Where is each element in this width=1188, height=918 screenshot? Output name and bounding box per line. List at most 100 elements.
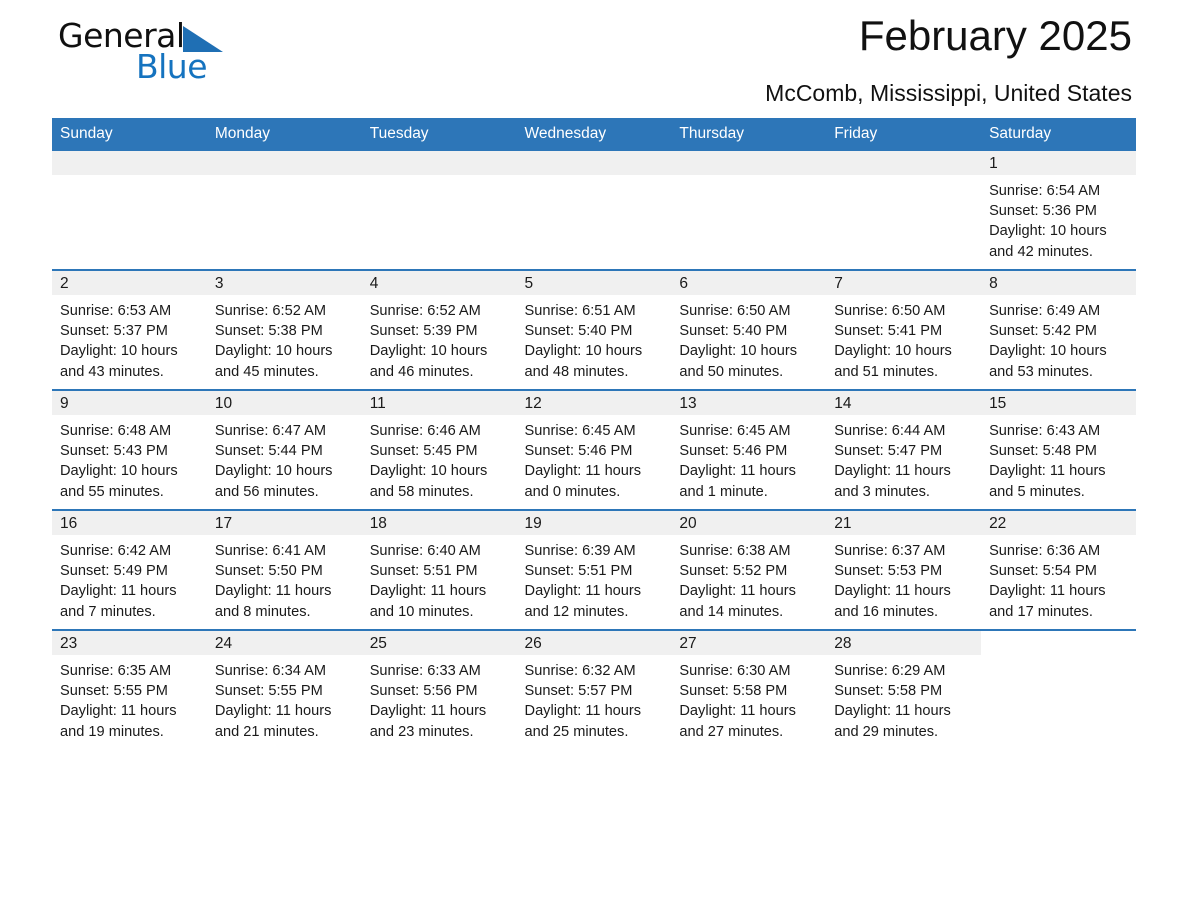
- calendar-day-cell: 1 Sunrise: 6:54 AM Sunset: 5:36 PM Daylight…: [981, 151, 1136, 270]
- day-number: 28: [834, 635, 852, 652]
- calendar-day-cell: 8 Sunrise: 6:49 AM Sunset: 5:42 PM Daylight…: [981, 269, 1136, 390]
- day-cell-inner: 18 Sunrise: 6:40 AM Sunset: 5:51 PM Dayligh…: [361, 511, 517, 629]
- day-cell-inner: [52, 151, 207, 269]
- daylight-text-line2: and 27 minutes.: [679, 723, 784, 740]
- title-block: February 2025 McComb, Mississippi, Unite…: [765, 8, 1132, 110]
- daylight-text-line2: and 48 minutes.: [524, 363, 629, 380]
- daylight-text-line1: Daylight: 10 hours: [524, 343, 643, 360]
- day-details: Sunrise: 6:53 AM Sunset: 5:37 PM Daylight:…: [52, 295, 207, 382]
- sunset-text: Sunset: 5:36 PM: [989, 203, 1097, 220]
- daylight-text-line2: and 51 minutes.: [834, 363, 939, 380]
- day-number-band: [361, 151, 517, 175]
- day-cell-inner: 4 Sunrise: 6:52 AM Sunset: 5:39 PM Daylight…: [361, 271, 517, 389]
- sunset-text: Sunset: 5:40 PM: [679, 323, 788, 340]
- sunset-text: Sunset: 5:54 PM: [989, 563, 1097, 580]
- daylight-text-line2: and 46 minutes.: [369, 363, 474, 380]
- day-cell-inner: 1 Sunrise: 6:54 AM Sunset: 5:36 PM Daylight…: [981, 151, 1136, 269]
- day-details: Sunrise: 6:36 AM Sunset: 5:54 PM Daylight:…: [981, 535, 1136, 622]
- day-cell-inner: 13 Sunrise: 6:45 AM Sunset: 5:46 PM Dayligh…: [671, 391, 827, 509]
- calendar-day-cell: 14 Sunrise: 6:44 AM Sunset: 5:47 PM Dayligh…: [826, 389, 982, 510]
- daylight-text-line1: Daylight: 10 hours: [834, 343, 952, 360]
- sunrise-text: Sunrise: 6:33 AM: [369, 663, 481, 679]
- day-number: 2: [60, 275, 69, 292]
- day-details: Sunrise: 6:50 AM Sunset: 5:41 PM Daylight:…: [826, 295, 981, 382]
- sunset-text: Sunset: 5:56 PM: [369, 683, 478, 700]
- daylight-text-line2: and 56 minutes.: [214, 483, 319, 500]
- day-number-band: 16: [52, 511, 207, 535]
- day-cell-inner: [206, 151, 362, 269]
- calendar-day-cell-empty: [361, 151, 517, 270]
- day-number: [671, 151, 826, 154]
- day-number: 14: [834, 395, 852, 412]
- sunset-text: Sunset: 5:47 PM: [834, 443, 943, 460]
- day-details: Sunrise: 6:33 AM Sunset: 5:56 PM Daylight:…: [362, 655, 517, 742]
- sunset-text: Sunset: 5:45 PM: [369, 443, 478, 460]
- calendar-day-cell: 6 Sunrise: 6:50 AM Sunset: 5:40 PM Daylight…: [671, 269, 827, 390]
- day-cell-inner: 28 Sunrise: 6:29 AM Sunset: 5:58 PM Dayligh…: [826, 631, 982, 749]
- day-details: Sunrise: 6:46 AM Sunset: 5:45 PM Daylight:…: [362, 415, 517, 502]
- day-cell-inner: [671, 151, 827, 269]
- calendar-week-row: 9 Sunrise: 6:48 AM Sunset: 5:43 PM Daylight…: [52, 389, 1136, 510]
- daylight-text-line1: Daylight: 11 hours: [834, 583, 951, 600]
- day-details: Sunrise: 6:32 AM Sunset: 5:57 PM Daylight:…: [517, 655, 672, 742]
- calendar-week-row: 2 Sunrise: 6:53 AM Sunset: 5:37 PM Daylight…: [52, 269, 1136, 390]
- calendar-day-cell: 16 Sunrise: 6:42 AM Sunset: 5:49 PM Dayligh…: [52, 509, 207, 630]
- calendar-day-cell-empty: [826, 151, 982, 270]
- day-number-band: 8: [981, 271, 1136, 295]
- sunrise-text: Sunrise: 6:38 AM: [679, 543, 791, 559]
- day-number-band: 6: [671, 271, 827, 295]
- daylight-text-line1: Daylight: 11 hours: [524, 583, 642, 600]
- day-number-band: 18: [361, 511, 517, 535]
- sunrise-text: Sunrise: 6:41 AM: [214, 543, 326, 559]
- page-header: General Blue February 2025 McComb, Missi…: [52, 0, 1136, 118]
- day-number-band: [671, 151, 827, 175]
- calendar-day-cell: 25 Sunrise: 6:33 AM Sunset: 5:56 PM Dayligh…: [361, 629, 517, 749]
- sunrise-text: Sunrise: 6:37 AM: [834, 543, 946, 559]
- day-cell-inner: 26 Sunrise: 6:32 AM Sunset: 5:57 PM Dayligh…: [516, 631, 672, 749]
- day-number: 10: [214, 395, 233, 412]
- day-details: Sunrise: 6:37 AM Sunset: 5:53 PM Daylight:…: [826, 535, 981, 622]
- day-cell-inner: 20 Sunrise: 6:38 AM Sunset: 5:52 PM Dayligh…: [671, 511, 827, 629]
- logo-blue-text: Blue: [136, 47, 208, 86]
- sunrise-text: Sunrise: 6:52 AM: [214, 303, 326, 319]
- daylight-text-line2: and 43 minutes.: [60, 363, 164, 380]
- calendar-day-cell: 20 Sunrise: 6:38 AM Sunset: 5:52 PM Dayligh…: [671, 509, 827, 630]
- calendar-day-cell: 19 Sunrise: 6:39 AM Sunset: 5:51 PM Dayligh…: [516, 509, 672, 630]
- logo-top-row: General: [58, 16, 358, 56]
- sunrise-text: Sunrise: 6:46 AM: [369, 423, 481, 439]
- daylight-text-line1: Daylight: 11 hours: [60, 583, 177, 600]
- weekday-header-friday: Friday: [826, 118, 982, 151]
- calendar-day-cell: 12 Sunrise: 6:45 AM Sunset: 5:46 PM Dayligh…: [516, 389, 672, 510]
- day-number: 24: [214, 635, 233, 652]
- sunrise-text: Sunrise: 6:30 AM: [679, 663, 791, 679]
- daylight-text-line1: Daylight: 11 hours: [214, 583, 332, 600]
- daylight-text-line1: Daylight: 11 hours: [60, 703, 177, 720]
- day-details: Sunrise: 6:48 AM Sunset: 5:43 PM Daylight:…: [52, 415, 207, 502]
- day-cell-inner: 11 Sunrise: 6:46 AM Sunset: 5:45 PM Dayligh…: [361, 391, 517, 509]
- sunrise-text: Sunrise: 6:54 AM: [989, 183, 1101, 199]
- daylight-text-line2: and 12 minutes.: [524, 603, 629, 620]
- day-details: [981, 655, 1136, 661]
- day-number: 7: [834, 275, 843, 292]
- sunrise-text: Sunrise: 6:35 AM: [60, 663, 172, 679]
- day-number-band: 19: [516, 511, 672, 535]
- sunset-text: Sunset: 5:58 PM: [834, 683, 943, 700]
- daylight-text-line1: Daylight: 11 hours: [834, 703, 951, 720]
- sunrise-text: Sunrise: 6:50 AM: [834, 303, 946, 319]
- day-cell-inner: 15 Sunrise: 6:43 AM Sunset: 5:48 PM Dayligh…: [981, 391, 1136, 509]
- day-number: 9: [60, 395, 69, 412]
- day-cell-inner: 22 Sunrise: 6:36 AM Sunset: 5:54 PM Dayligh…: [981, 511, 1136, 629]
- day-number-band: 25: [361, 631, 517, 655]
- calendar-day-cell: 10 Sunrise: 6:47 AM Sunset: 5:44 PM Dayligh…: [206, 389, 362, 510]
- daylight-text-line1: Daylight: 10 hours: [369, 343, 488, 360]
- day-number: [981, 631, 1136, 634]
- calendar-day-cell: 21 Sunrise: 6:37 AM Sunset: 5:53 PM Dayligh…: [826, 509, 982, 630]
- sunrise-text: Sunrise: 6:43 AM: [989, 423, 1101, 439]
- day-details: Sunrise: 6:49 AM Sunset: 5:42 PM Daylight:…: [981, 295, 1136, 382]
- calendar-day-cell-empty: [516, 151, 672, 270]
- day-cell-inner: 25 Sunrise: 6:33 AM Sunset: 5:56 PM Dayligh…: [361, 631, 517, 749]
- weekday-header-wednesday: Wednesday: [516, 118, 672, 151]
- calendar-day-cell: 5 Sunrise: 6:51 AM Sunset: 5:40 PM Daylight…: [516, 269, 672, 390]
- day-number-band: 22: [981, 511, 1136, 535]
- daylight-text-line1: Daylight: 11 hours: [679, 463, 796, 480]
